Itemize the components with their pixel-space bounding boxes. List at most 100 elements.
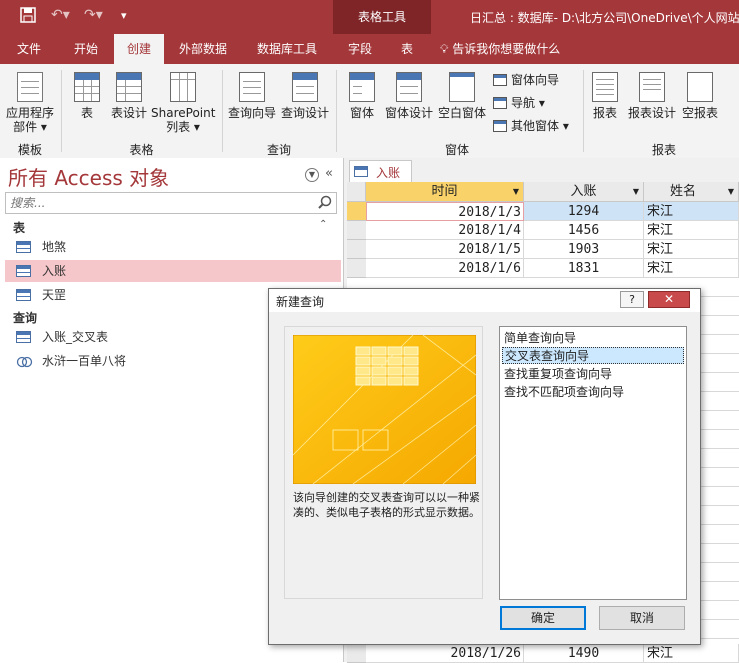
row-selector[interactable] [347, 202, 366, 221]
blank-form-icon [449, 72, 475, 102]
form-button[interactable]: 窗体 [342, 72, 382, 120]
wizard-option-simple[interactable]: 简单查询向导 [502, 330, 684, 347]
form-design-button[interactable]: 窗体设计 [384, 72, 434, 120]
save-icon[interactable] [20, 7, 36, 27]
sharepoint-lists-button[interactable]: SharePoint 列表 ▾ [151, 72, 215, 134]
table-cell[interactable]: 宋江 [644, 240, 739, 259]
cancel-button[interactable]: 取消 [599, 606, 685, 630]
sort-dropdown-icon[interactable]: ▼ [728, 182, 734, 202]
table-cell[interactable]: 1831 [524, 259, 644, 278]
customize-quick-access-icon[interactable]: ▾ [121, 9, 127, 22]
table-cell[interactable]: 2018/1/6 [366, 259, 524, 278]
more-forms-button[interactable]: 其他窗体 ▾ [493, 118, 569, 134]
sharepoint-label: SharePoint [151, 106, 216, 120]
group-queries-label: 查询 [266, 143, 291, 157]
query-design-icon [292, 72, 318, 102]
help-button[interactable]: ? [620, 291, 644, 308]
column-header-label: 入账 [570, 184, 597, 199]
tab-file[interactable]: 文件 [5, 34, 53, 64]
group-separator [336, 70, 337, 152]
tab-home[interactable]: 开始 [62, 34, 110, 64]
search-icon[interactable] [317, 195, 333, 211]
row-selector[interactable] [347, 644, 366, 663]
tab-table[interactable]: 表 [390, 34, 424, 64]
undo-icon[interactable]: ↶▾ [51, 7, 70, 23]
tell-me-box[interactable]: 💡︎ 告诉我你想要做什么 [440, 34, 560, 64]
column-header-name[interactable]: 姓名 ▼ [644, 182, 739, 202]
application-parts-icon [17, 72, 43, 102]
table-cell[interactable]: 1456 [524, 221, 644, 240]
column-header-amount[interactable]: 入账 ▼ [524, 182, 644, 202]
tab-external-data[interactable]: 外部数据 [170, 34, 236, 64]
form-design-icon [396, 72, 422, 102]
table-cell[interactable]: 宋江 [644, 202, 739, 221]
form-wizard-button[interactable]: 窗体向导 [493, 72, 559, 88]
document-tab[interactable]: 入账 [349, 160, 412, 182]
nav-section-tables[interactable]: 表 [13, 219, 25, 236]
group-tables-label: 表格 [129, 143, 154, 157]
table-icon [354, 166, 368, 177]
sort-dropdown-icon[interactable]: ▼ [513, 182, 519, 202]
wizard-option-find-unmatched[interactable]: 查找不匹配项查询向导 [502, 384, 684, 401]
document-title: 日汇总 : 数据库- D:\北方公司\OneDrive\个人网站 [470, 11, 739, 25]
tab-create[interactable]: 创建 [114, 34, 164, 64]
report-design-button[interactable]: 报表设计 [626, 72, 678, 120]
tab-database-tools[interactable]: 数据库工具 [248, 34, 326, 64]
nav-menu-dropdown-icon[interactable]: ▼ [305, 168, 319, 182]
form-icon [349, 72, 375, 102]
table-cell[interactable]: 2018/1/26 [366, 644, 524, 663]
table-cell[interactable]: 宋江 [644, 259, 739, 278]
form-wizard-icon [493, 74, 507, 86]
table-cell[interactable]: 2018/1/3 [366, 202, 524, 221]
nav-search-box[interactable] [5, 192, 337, 214]
report-button[interactable]: 报表 [589, 72, 621, 120]
report-design-icon [639, 72, 665, 102]
select-query-icon [16, 354, 34, 376]
column-header-time[interactable]: 时间 ▼ [366, 182, 524, 202]
sort-dropdown-icon[interactable]: ▼ [633, 182, 639, 202]
select-all-corner[interactable] [347, 182, 366, 202]
nav-item-label: 地煞 [42, 240, 67, 254]
table-cell[interactable]: 宋江 [644, 644, 739, 663]
table-design-button[interactable]: 表设计 [108, 72, 150, 120]
search-input[interactable] [6, 193, 314, 213]
report-design-label: 报表设计 [627, 106, 676, 120]
blank-report-button[interactable]: 空报表 [680, 72, 720, 120]
context-tab-title: 表格工具 [333, 0, 431, 34]
table-cell[interactable]: 1490 [524, 644, 644, 663]
collapse-section-icon[interactable]: ⌃ [319, 219, 327, 230]
wizard-option-crosstab[interactable]: 交叉表查询向导 [502, 347, 684, 364]
navigation-button[interactable]: 导航 ▾ [493, 95, 545, 111]
table-cell[interactable]: 2018/1/5 [366, 240, 524, 259]
nav-section-queries[interactable]: 查询 [13, 309, 37, 326]
table-design-icon [116, 72, 142, 102]
query-wizard-icon [239, 72, 265, 102]
table-cell[interactable]: 1903 [524, 240, 644, 259]
nav-pane-title[interactable]: 所有 Access 对象 [8, 162, 169, 191]
table-cell[interactable]: 1294 [524, 202, 644, 221]
query-wizard-button[interactable]: 查询向导 [227, 72, 277, 120]
nav-item-table[interactable]: 地煞 [5, 236, 341, 258]
row-selector[interactable] [347, 259, 366, 278]
query-design-label: 查询设计 [280, 106, 329, 120]
column-header-label: 姓名 [670, 184, 697, 199]
row-selector[interactable] [347, 240, 366, 259]
blank-report-label: 空报表 [681, 106, 718, 120]
close-button[interactable]: ✕ [648, 291, 690, 308]
redo-icon[interactable]: ↷▾ [84, 7, 103, 23]
table-button[interactable]: 表 [68, 72, 106, 120]
table-cell[interactable]: 2018/1/4 [366, 221, 524, 240]
nav-item-table-selected[interactable]: 入账 [5, 260, 341, 282]
ok-button[interactable]: 确定 [500, 606, 586, 630]
navigation-label: 导航 ▾ [511, 96, 545, 110]
wizard-option-find-duplicates[interactable]: 查找重复项查询向导 [502, 366, 684, 383]
row-selector[interactable] [347, 221, 366, 240]
query-design-button[interactable]: 查询设计 [280, 72, 330, 120]
table-cell[interactable]: 宋江 [644, 221, 739, 240]
collapse-pane-icon[interactable]: « [325, 166, 333, 181]
tab-fields[interactable]: 字段 [338, 34, 382, 64]
blank-form-button[interactable]: 空白窗体 [436, 72, 488, 120]
application-parts-button[interactable]: 应用程序 部件 ▾ [4, 72, 56, 134]
nav-item-label: 天罡 [42, 288, 67, 302]
report-icon [592, 72, 618, 102]
